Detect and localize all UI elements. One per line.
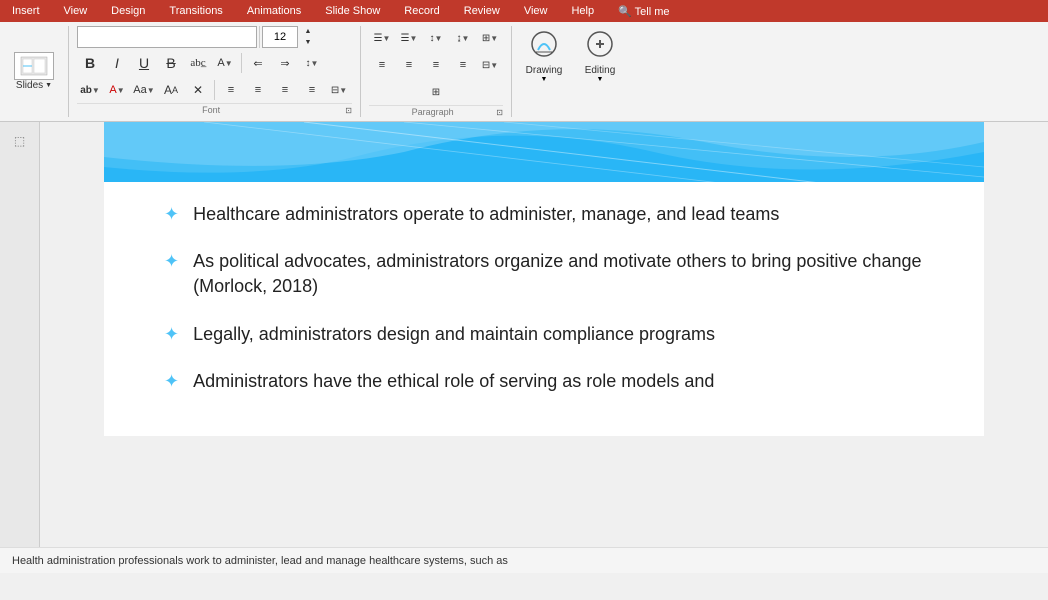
increase-indent-btn[interactable]: ⇒: [272, 51, 298, 75]
bullet-text-1: Healthcare administrators operate to adm…: [193, 202, 779, 227]
numbering-btn[interactable]: ☰▼: [396, 26, 422, 50]
slide-panel-icon: ⬚: [14, 134, 25, 148]
decrease-indent-btn[interactable]: ⇐: [245, 51, 271, 75]
bullet-text-4: Administrators have the ethical role of …: [193, 369, 714, 394]
left-panel: ⬚: [0, 122, 40, 547]
ribbon-tab-view[interactable]: View: [60, 3, 92, 19]
justify-btn[interactable]: ≡: [299, 78, 325, 102]
ribbon-tab-tellme[interactable]: 🔍 Tell me: [614, 3, 673, 20]
ribbon-tab-slideshow[interactable]: Slide Show: [321, 3, 384, 19]
text-align-vert-btn[interactable]: ⊞▼: [477, 26, 503, 50]
font-size-btn[interactable]: A A: [158, 78, 184, 102]
font-size-up-btn[interactable]: ▲: [300, 26, 316, 37]
bullets-btn[interactable]: ☰▼: [369, 26, 395, 50]
font-color-2-btn[interactable]: A ▼: [104, 78, 130, 102]
bullet-item-3: ✦ Legally, administrators design and mai…: [164, 322, 934, 347]
font-size-down-btn[interactable]: ▼: [300, 37, 316, 48]
font-size-input[interactable]: [262, 26, 298, 48]
line-space-para-btn[interactable]: ↕▼: [423, 26, 449, 50]
font-name-input[interactable]: [77, 26, 257, 48]
text-direction-btn[interactable]: ↨▼: [450, 26, 476, 50]
drawing-arrow: ▼: [541, 76, 548, 83]
slides-button[interactable]: Slides ▼: [4, 24, 64, 119]
smart-art-btn[interactable]: ⊞: [423, 80, 449, 104]
font-case-btn[interactable]: Aa ▼: [131, 78, 157, 102]
font-section-label: Font ⊡: [77, 103, 352, 115]
font-group: ▲ ▼ B I U B abc̲ A ▼ ⇐: [73, 24, 356, 119]
columns-para-btn[interactable]: ⊟▼: [477, 53, 503, 77]
align-left-btn[interactable]: ≡: [218, 78, 244, 102]
align-right-para-btn[interactable]: ≡: [423, 53, 449, 77]
bullet-content: ✦ Healthcare administrators operate to a…: [104, 182, 984, 436]
editing-label: Editing: [585, 65, 616, 76]
underline-button[interactable]: U: [131, 51, 157, 75]
text-highlight-btn[interactable]: ab ▼: [77, 78, 103, 102]
align-center-para-btn[interactable]: ≡: [396, 53, 422, 77]
editing-icon: [584, 28, 616, 65]
font-color-btn[interactable]: A ▼: [212, 51, 238, 75]
slide-area[interactable]: ✦ Healthcare administrators operate to a…: [40, 122, 1048, 547]
main-area: ⬚: [0, 122, 1048, 547]
ribbon-menu: Insert View Design Transitions Animation…: [0, 0, 1048, 22]
bullet-item-1: ✦ Healthcare administrators operate to a…: [164, 202, 934, 227]
justify-para-btn[interactable]: ≡: [450, 53, 476, 77]
align-left-para-btn[interactable]: ≡: [369, 53, 395, 77]
drawing-label: Drawing: [526, 65, 563, 76]
bold-button[interactable]: B: [77, 51, 103, 75]
bullet-item-4: ✦ Administrators have the ethical role o…: [164, 369, 934, 394]
status-bar: Health administration professionals work…: [0, 547, 1048, 573]
toolbar: Slides ▼ ▲ ▼: [0, 22, 1048, 122]
ribbon-tab-help[interactable]: Help: [567, 3, 598, 19]
paragraph-group: ☰▼ ☰▼ ↕▼ ↨▼ ⊞▼ ≡: [365, 24, 507, 119]
clear-formatting-btn[interactable]: ✕: [185, 78, 211, 102]
align-right-btn[interactable]: ≡: [272, 78, 298, 102]
paragraph-section-label: Paragraph ⊡: [369, 105, 503, 117]
font-expand-icon[interactable]: ⊡: [345, 106, 352, 115]
editing-arrow: ▼: [597, 76, 604, 83]
drawing-button[interactable]: Drawing ▼: [516, 24, 572, 119]
columns-btn[interactable]: ⊟ ▼: [326, 78, 352, 102]
slide: ✦ Healthcare administrators operate to a…: [104, 122, 984, 436]
ribbon-tab-record[interactable]: Record: [400, 3, 443, 19]
ribbon-tab-review[interactable]: Review: [460, 3, 504, 19]
align-center-btn[interactable]: ≡: [245, 78, 271, 102]
bullet-star-2: ✦: [164, 251, 179, 272]
bullet-text-3: Legally, administrators design and maint…: [193, 322, 715, 347]
bullet-star-3: ✦: [164, 324, 179, 345]
line-spacing-btn[interactable]: ↕ ▼: [299, 51, 325, 75]
status-text: Health administration professionals work…: [12, 555, 508, 567]
ribbon-tab-design[interactable]: Design: [107, 3, 149, 19]
editing-button[interactable]: Editing ▼: [572, 24, 628, 119]
ribbon-tab-insert[interactable]: Insert: [8, 3, 44, 19]
ribbon-tab-view2[interactable]: View: [520, 3, 552, 19]
italic-button[interactable]: I: [104, 51, 130, 75]
strikethrough-button[interactable]: B: [158, 51, 184, 75]
slides-label: Slides ▼: [16, 80, 52, 91]
ribbon-tab-transitions[interactable]: Transitions: [165, 3, 226, 19]
bullet-text-2: As political advocates, administrators o…: [193, 249, 934, 299]
ribbon-tab-animations[interactable]: Animations: [243, 3, 305, 19]
paragraph-expand-icon[interactable]: ⊡: [496, 108, 503, 117]
bullet-item-2: ✦ As political advocates, administrators…: [164, 249, 934, 299]
bullet-star-1: ✦: [164, 204, 179, 225]
drawing-icon: [528, 28, 560, 65]
shadow-button[interactable]: abc̲: [185, 51, 211, 75]
bullet-star-4: ✦: [164, 371, 179, 392]
wave-header: [104, 122, 984, 182]
